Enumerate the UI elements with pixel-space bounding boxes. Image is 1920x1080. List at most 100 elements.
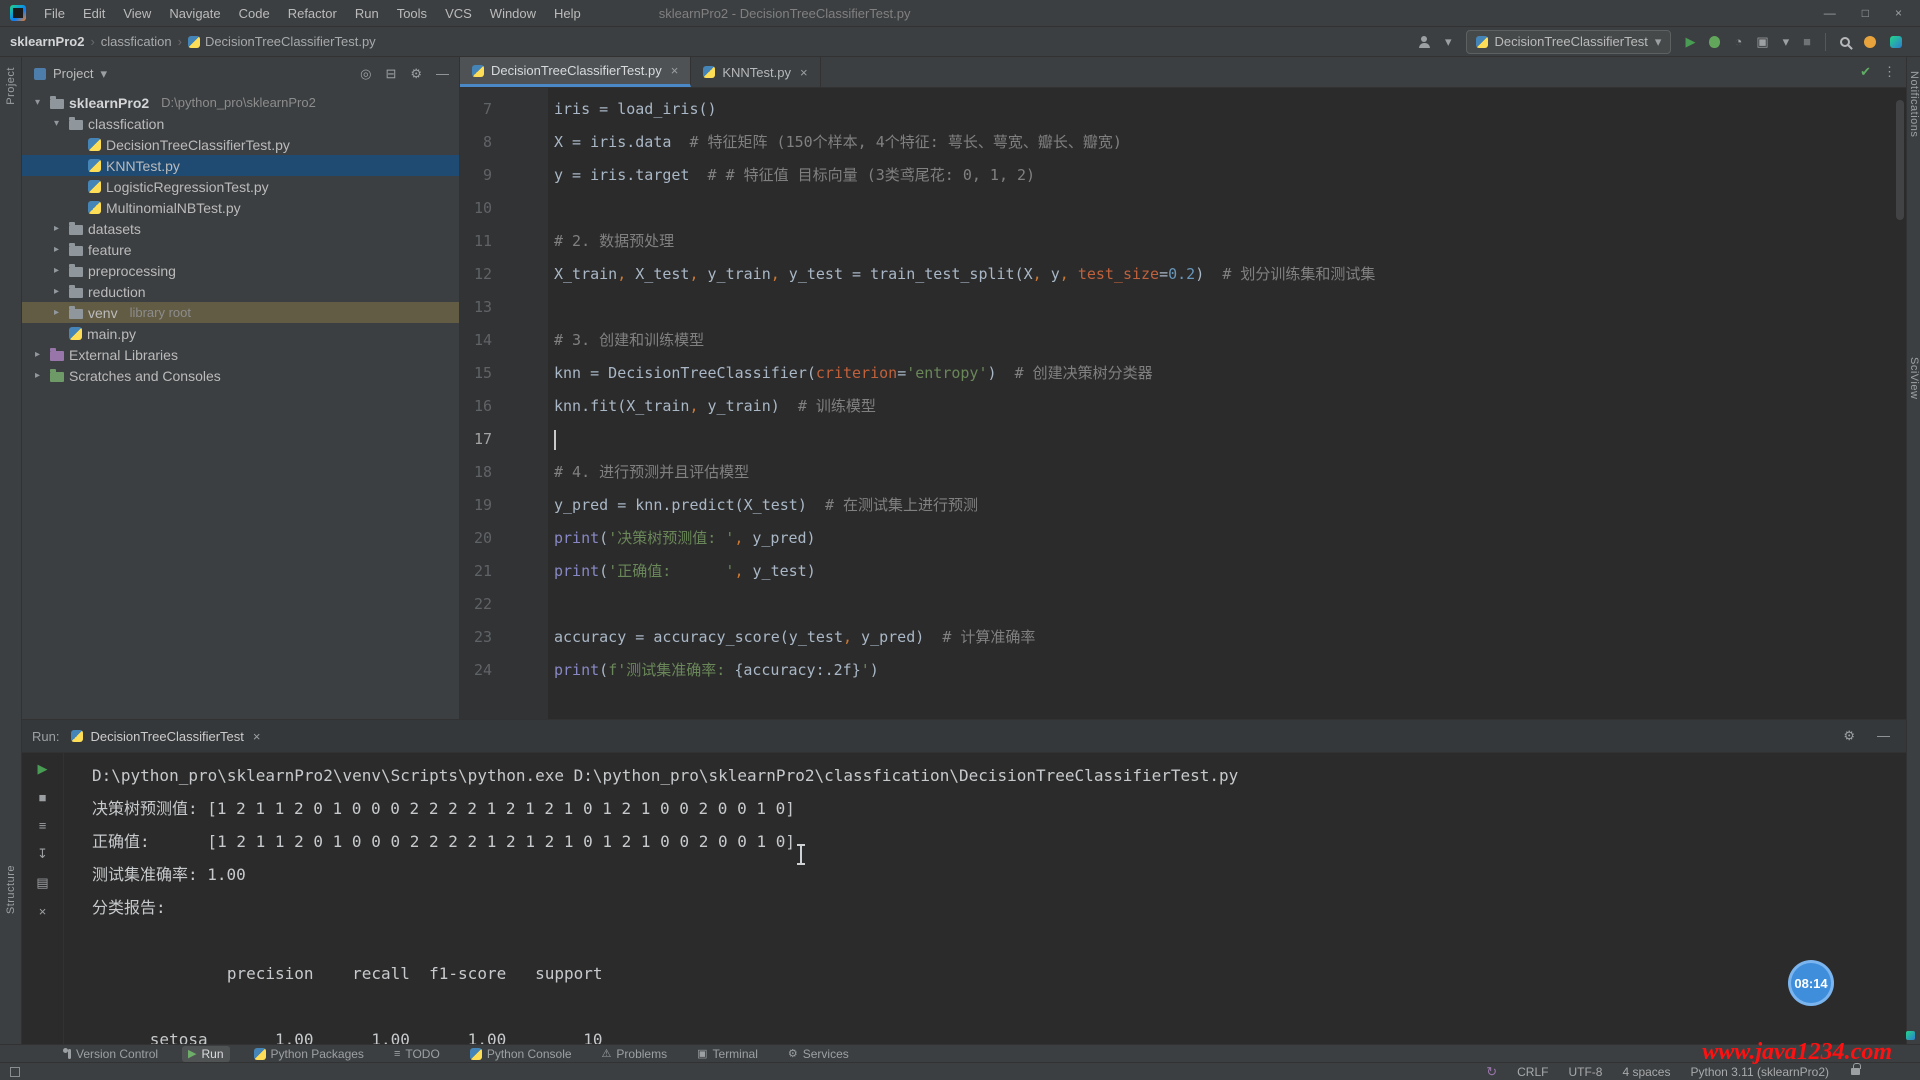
code-line[interactable]: # 2. 数据预处理 (554, 225, 1906, 258)
editor-scrollbar[interactable] (1896, 100, 1904, 220)
breadcrumb-item[interactable]: sklearnPro2 (10, 34, 84, 49)
code-line[interactable]: y_pred = knn.predict(X_test) # 在测试集上进行预测 (554, 489, 1906, 522)
line-number[interactable]: 7 (460, 93, 492, 126)
tree-item[interactable]: main.py (22, 323, 459, 344)
menu-item-help[interactable]: Help (546, 3, 589, 24)
inspections-ok-icon[interactable]: ✔ (1860, 64, 1871, 80)
tool-window-button-python-packages[interactable]: Python Packages (248, 1046, 370, 1062)
chevron-down-icon[interactable]: ▾ (100, 66, 107, 82)
line-number[interactable]: 15 (460, 357, 492, 390)
code-line[interactable]: # 3. 创建和训练模型 (554, 324, 1906, 357)
tool-window-button-services[interactable]: ⚙Services (782, 1046, 855, 1062)
scroll-to-end-icon[interactable]: ↧ (37, 846, 48, 862)
tool-window-stripe-sciview[interactable]: SciView (1908, 357, 1920, 399)
chevron-down-icon[interactable]: ▾ (30, 97, 45, 108)
update-indicator-icon[interactable] (1864, 36, 1876, 48)
chevron-right-icon[interactable]: ▸ (49, 307, 64, 318)
tool-window-button-version-control[interactable]: Version Control (58, 1046, 164, 1062)
tool-window-button-run[interactable]: ▶Run (182, 1046, 229, 1062)
code-line[interactable]: print(f'测试集准确率: {accuracy:.2f}') (554, 654, 1906, 687)
hide-panel-icon[interactable]: — (436, 66, 449, 82)
status-item[interactable]: Python 3.11 (sklearnPro2) (1690, 1065, 1829, 1079)
tree-item[interactable]: ▸datasets (22, 218, 459, 239)
settings-gear-icon[interactable]: ⚙ (1843, 728, 1855, 744)
tree-item[interactable]: ▸Scratches and Consoles (22, 365, 459, 386)
line-number[interactable]: 21 (460, 555, 492, 588)
line-number[interactable]: 11 (460, 225, 492, 258)
editor-code[interactable]: iris = load_iris()X = iris.data # 特征矩阵 (… (548, 88, 1906, 719)
tool-window-button-todo[interactable]: ≡TODO (388, 1046, 446, 1062)
code-line[interactable]: print('决策树预测值: ', y_pred) (554, 522, 1906, 555)
run-configuration-select[interactable]: DecisionTreeClassifierTest ▾ (1466, 30, 1672, 54)
soft-wrap-icon[interactable]: ≡ (39, 818, 47, 833)
code-editor[interactable]: 789101112131415161718192021222324 iris =… (460, 88, 1906, 719)
chevron-right-icon[interactable]: ▸ (49, 286, 64, 297)
line-number[interactable]: 17 (460, 423, 492, 456)
tree-item[interactable]: ▾sklearnPro2D:\python_pro\sklearnPro2 (22, 92, 459, 113)
chevron-down-icon[interactable]: ▾ (1445, 34, 1452, 50)
code-line[interactable]: iris = load_iris() (554, 93, 1906, 126)
tree-item[interactable]: ▸feature (22, 239, 459, 260)
close-icon[interactable]: × (800, 65, 808, 80)
chevron-right-icon[interactable]: ▸ (30, 349, 45, 360)
print-icon[interactable]: ▤ (36, 875, 48, 891)
tree-item[interactable]: ▸External Libraries (22, 344, 459, 365)
chevron-down-icon[interactable]: ▾ (1783, 34, 1790, 50)
code-line[interactable]: y = iris.target # # 特征值 目标向量 (3类鸢尾花: 0, … (554, 159, 1906, 192)
menu-item-file[interactable]: File (36, 3, 73, 24)
code-line[interactable]: X_train, X_test, y_train, y_test = train… (554, 258, 1906, 291)
clear-all-icon[interactable]: × (39, 904, 47, 919)
search-icon[interactable] (1840, 37, 1850, 47)
close-icon[interactable]: × (253, 729, 261, 744)
run-console[interactable]: D:\python_pro\sklearnPro2\venv\Scripts\p… (64, 753, 1906, 1044)
line-number[interactable]: 24 (460, 654, 492, 687)
line-number[interactable]: 10 (460, 192, 492, 225)
menu-item-edit[interactable]: Edit (75, 3, 113, 24)
menu-item-window[interactable]: Window (482, 3, 544, 24)
status-left-icon[interactable] (10, 1067, 20, 1077)
tree-item[interactable]: KNNTest.py (22, 155, 459, 176)
line-number[interactable]: 18 (460, 456, 492, 489)
minimize-panel-icon[interactable]: — (1877, 728, 1890, 744)
line-number[interactable]: 12 (460, 258, 492, 291)
code-line[interactable]: knn.fit(X_train, y_train) # 训练模型 (554, 390, 1906, 423)
line-number[interactable]: 16 (460, 390, 492, 423)
line-number[interactable]: 8 (460, 126, 492, 159)
maximize-icon[interactable]: □ (1862, 6, 1869, 20)
run-button[interactable]: ▶ (1685, 34, 1695, 50)
sync-icon[interactable]: ↻ (1486, 1064, 1497, 1080)
code-line[interactable] (554, 291, 1906, 324)
tool-window-button-terminal[interactable]: ▣Terminal (691, 1046, 764, 1062)
tool-window-stripe-notifications[interactable]: Notifications (1908, 71, 1920, 137)
coverage-button[interactable]: ▣ (1756, 34, 1768, 50)
tree-item[interactable]: ▾classfication (22, 113, 459, 134)
status-item[interactable]: UTF-8 (1568, 1065, 1602, 1079)
run-tab[interactable]: DecisionTreeClassifierTest × (71, 729, 260, 744)
tree-item[interactable]: MultinomialNBTest.py (22, 197, 459, 218)
code-line[interactable]: knn = DecisionTreeClassifier(criterion='… (554, 357, 1906, 390)
chevron-down-icon[interactable]: ▾ (49, 118, 64, 129)
editor-tab[interactable]: DecisionTreeClassifierTest.py× (460, 57, 691, 87)
ide-status-icon[interactable] (1890, 36, 1902, 48)
tool-window-button-python-console[interactable]: Python Console (464, 1046, 578, 1062)
more-options-icon[interactable]: ⋮ (1883, 64, 1896, 80)
line-number[interactable]: 14 (460, 324, 492, 357)
code-line[interactable]: X = iris.data # 特征矩阵 (150个样本, 4个特征: 萼长、萼… (554, 126, 1906, 159)
debug-button[interactable] (1709, 36, 1720, 48)
code-line[interactable] (554, 423, 1906, 456)
rerun-icon[interactable]: ▶ (38, 761, 48, 777)
menu-item-code[interactable]: Code (231, 3, 278, 24)
chevron-right-icon[interactable]: ▸ (49, 265, 64, 276)
line-number[interactable]: 22 (460, 588, 492, 621)
code-line[interactable]: accuracy = accuracy_score(y_test, y_pred… (554, 621, 1906, 654)
locate-file-icon[interactable]: ◎ (360, 66, 371, 82)
menu-item-run[interactable]: Run (347, 3, 387, 24)
menu-item-view[interactable]: View (115, 3, 159, 24)
stop-icon[interactable]: ■ (39, 790, 47, 805)
status-item[interactable]: 4 spaces (1622, 1065, 1670, 1079)
chevron-right-icon[interactable]: ▸ (49, 223, 64, 234)
chevron-right-icon[interactable]: ▸ (30, 370, 45, 381)
tree-item[interactable]: ▸venvlibrary root (22, 302, 459, 323)
close-icon[interactable]: × (671, 63, 679, 78)
settings-gear-icon[interactable]: ⚙ (410, 66, 422, 82)
